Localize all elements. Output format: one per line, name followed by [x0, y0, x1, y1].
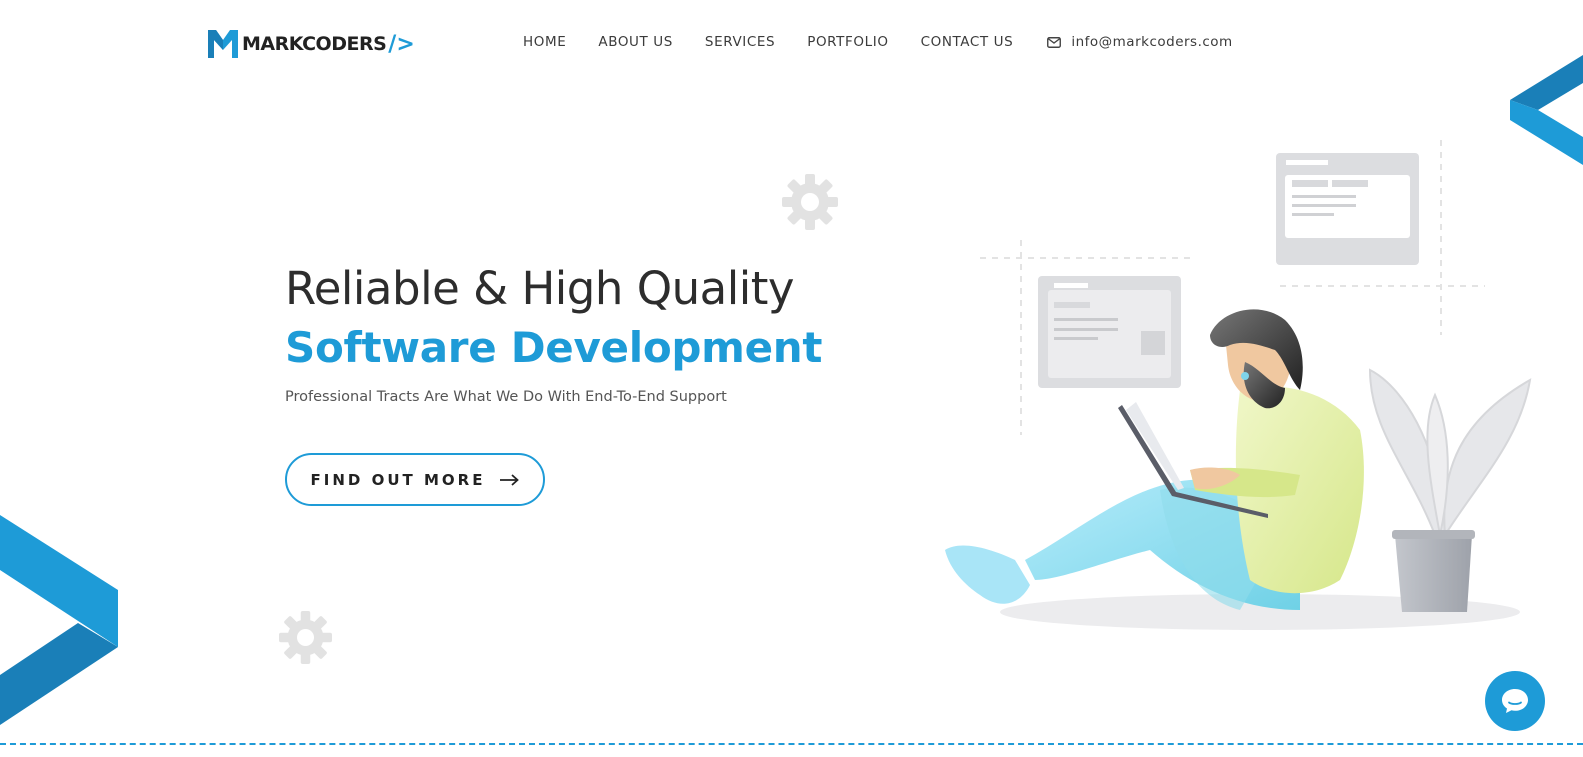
nav-services[interactable]: SERVICES [705, 34, 775, 50]
email-link[interactable]: info@markcoders.com [1047, 34, 1232, 50]
nav-about-us[interactable]: ABOUT US [598, 34, 673, 50]
email-text: info@markcoders.com [1071, 34, 1233, 50]
nav-contact-us[interactable]: CONTACT US [921, 34, 1014, 50]
developer-illustration [945, 140, 1532, 630]
logo-m-icon [208, 30, 238, 58]
mail-icon [1047, 36, 1062, 48]
site-logo[interactable]: MARKCODERS /> [208, 28, 415, 60]
logo-suffix: /> [388, 31, 415, 57]
chat-icon [1502, 689, 1528, 713]
logo-text: MARKCODERS [242, 33, 387, 55]
nav-portfolio[interactable]: PORTFOLIO [807, 34, 888, 50]
find-out-more-button[interactable]: FIND OUT MORE [285, 453, 545, 506]
corner-chevron-bottom-left [0, 515, 118, 725]
nav-home[interactable]: HOME [523, 34, 566, 50]
hero-title-line1: Reliable & High Quality [285, 262, 795, 315]
main-nav: HOME ABOUT US SERVICES PORTFOLIO CONTACT… [523, 34, 1233, 50]
gear-icon [279, 611, 332, 664]
gear-icon [782, 174, 838, 230]
chat-widget-button[interactable] [1485, 671, 1545, 731]
hero-subtitle: Professional Tracts Are What We Do With … [285, 389, 727, 405]
section-divider [0, 743, 1583, 745]
arrow-right-icon [500, 473, 520, 486]
find-out-more-label: FIND OUT MORE [310, 470, 486, 489]
hero-title-line2: Software Development [285, 323, 823, 372]
